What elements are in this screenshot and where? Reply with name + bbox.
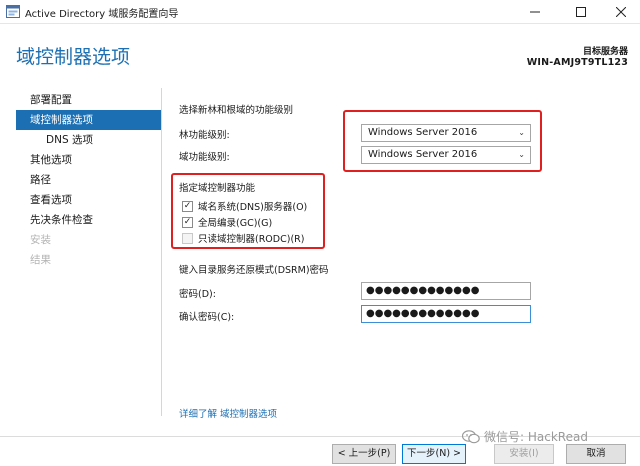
nav-item-deployment-config[interactable]: 部署配置 (16, 90, 162, 110)
install-button: 安装(I) (494, 444, 554, 464)
nav-item-paths[interactable]: 路径 (16, 170, 162, 190)
server-manager-icon (6, 5, 20, 18)
nav-item-additional-options[interactable]: 其他选项 (16, 150, 162, 170)
dsrm-heading: 键入目录服务还原模式(DSRM)密码 (179, 265, 329, 276)
nav-item-prerequisites[interactable]: 先决条件检查 (16, 210, 162, 230)
title-bar: Active Directory 域服务配置向导 (0, 0, 640, 24)
confirm-password-input[interactable]: ●●●●●●●●●●●●● (361, 305, 531, 323)
wechat-icon (462, 429, 480, 443)
password-label: 密码(D): (179, 289, 216, 300)
target-server-label: 目标服务器 (582, 47, 628, 57)
maximize-button[interactable] (564, 0, 598, 24)
nav-item-dc-options[interactable]: 域控制器选项 (16, 110, 162, 130)
target-server-value: WIN-AMJ9T9TL123 (526, 57, 628, 68)
nav-item-dns-options[interactable]: DNS 选项 (16, 130, 162, 150)
next-button[interactable]: 下一步(N) > (402, 444, 466, 464)
highlight-box-functional-level (343, 110, 542, 172)
nav-divider (161, 88, 162, 416)
nav-item-installation: 安装 (30, 234, 51, 246)
window-title: Active Directory 域服务配置向导 (25, 9, 179, 20)
watermark: 微信号: HackRead (462, 428, 588, 445)
domain-level-label: 域功能级别: (179, 152, 230, 163)
highlight-box-dc-capabilities (171, 173, 325, 249)
learn-more-link[interactable]: 详细了解 域控制器选项 (179, 406, 277, 420)
watermark-text: 微信号: HackRead (484, 430, 588, 444)
maximize-icon (576, 7, 586, 17)
password-input[interactable]: ●●●●●●●●●●●●● (361, 282, 531, 300)
close-icon (616, 7, 626, 17)
confirm-password-label: 确认密码(C): (179, 312, 235, 323)
forest-level-label: 林功能级别: (179, 130, 230, 141)
functional-level-heading: 选择新林和根域的功能级别 (179, 105, 294, 116)
minimize-icon (530, 11, 540, 13)
nav-item-review-options[interactable]: 查看选项 (16, 190, 162, 210)
nav-item-results: 结果 (30, 254, 51, 266)
close-button[interactable] (604, 0, 638, 24)
cancel-button[interactable]: 取消 (566, 444, 626, 464)
minimize-button[interactable] (518, 0, 552, 24)
page-title: 域控制器选项 (16, 46, 131, 68)
back-button[interactable]: < 上一步(P) (332, 444, 396, 464)
wizard-nav: 部署配置 域控制器选项 DNS 选项 其他选项 路径 查看选项 先决条件检查 安… (16, 90, 162, 270)
